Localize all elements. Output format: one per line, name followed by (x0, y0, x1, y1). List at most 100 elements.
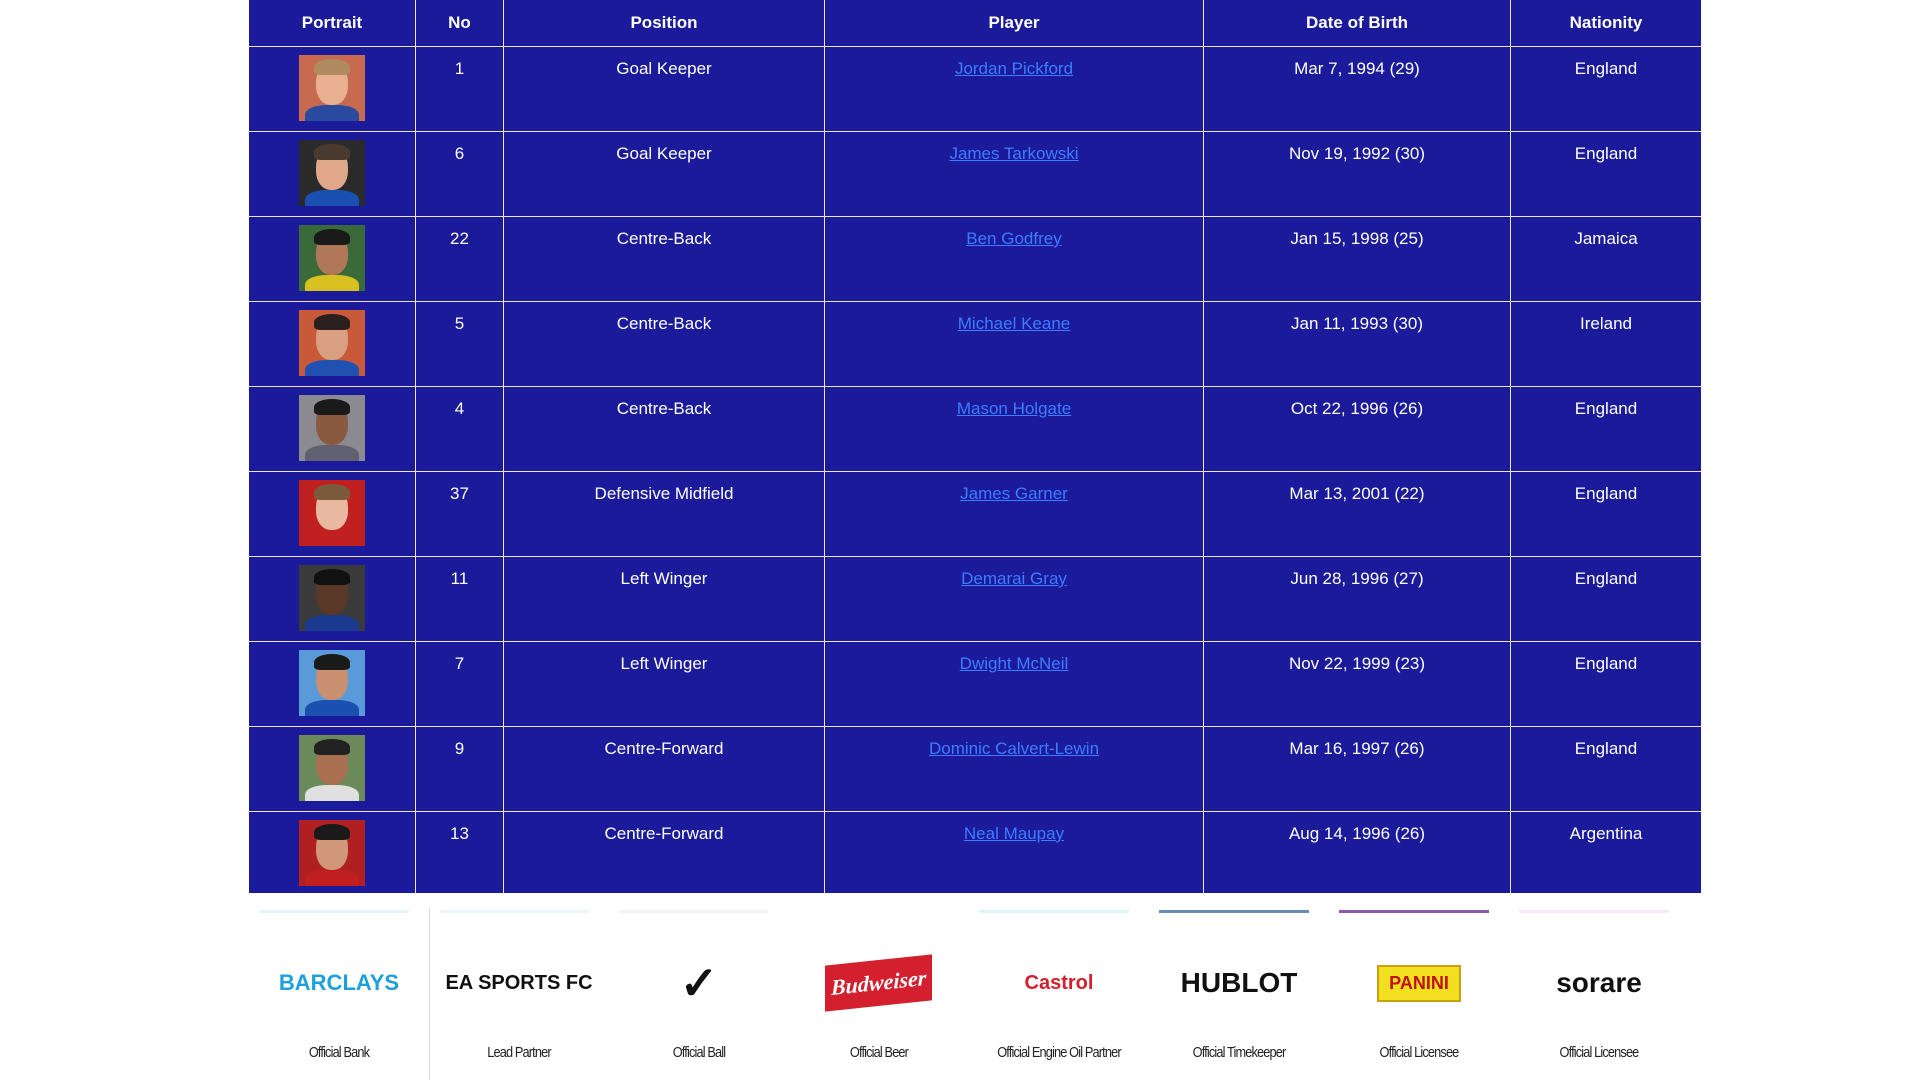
dob-cell: Jan 11, 1993 (30) (1203, 301, 1511, 387)
sponsor-logo: ✓ (679, 957, 719, 1009)
portrait-cell (249, 556, 416, 642)
position-cell: Centre-Back (503, 386, 825, 472)
player-link[interactable]: Neal Maupay (964, 824, 1064, 843)
player-portrait (299, 650, 365, 716)
sponsor-logo: EA SPORTS FC (445, 971, 593, 994)
player-link[interactable]: James Garner (960, 484, 1068, 503)
portrait-cell (249, 131, 416, 217)
player-cell: Jordan Pickford (824, 46, 1204, 132)
sponsor-caption: Official Ball (672, 1044, 726, 1061)
nationality-cell: England (1510, 131, 1701, 217)
column-header: Date of Birth (1203, 0, 1511, 47)
player-link[interactable]: Michael Keane (958, 314, 1070, 333)
position-cell: Goal Keeper (503, 46, 825, 132)
sponsor-item[interactable]: Castrol Official Engine Oil Partner (969, 908, 1149, 1080)
player-link[interactable]: Ben Godfrey (966, 229, 1061, 248)
number-cell: 9 (415, 726, 504, 812)
position-cell: Defensive Midfield (503, 471, 825, 557)
player-link[interactable]: Jordan Pickford (955, 59, 1073, 78)
portrait-cell (249, 471, 416, 557)
sponsor-logo: Budweiser (789, 948, 969, 1018)
dob-cell: Mar 7, 1994 (29) (1203, 46, 1511, 132)
sponsor-strip: BARCLAYS Official Bank EA SPORTS FC Lead… (249, 908, 1689, 1080)
dob-cell: Nov 22, 1999 (23) (1203, 641, 1511, 727)
sponsor-caption: Official Bank (308, 1044, 370, 1061)
nationality-cell: England (1510, 726, 1701, 812)
position-cell: Left Winger (503, 556, 825, 642)
dob-cell: Jan 15, 1998 (25) (1203, 216, 1511, 302)
sponsor-caption: Official Licensee (1559, 1044, 1640, 1061)
dob-cell: Aug 14, 1996 (26) (1203, 811, 1511, 893)
player-portrait (299, 565, 365, 631)
sponsor-caption: Lead Partner (487, 1044, 551, 1061)
table-row: 1 Goal Keeper Jordan Pickford Mar 7, 199… (249, 46, 1701, 132)
player-cell: Neal Maupay (824, 811, 1204, 893)
player-cell: James Tarkowski (824, 131, 1204, 217)
dob-cell: Oct 22, 1996 (26) (1203, 386, 1511, 472)
sponsor-logo: BARCLAYS (278, 970, 400, 995)
position-cell: Centre-Back (503, 216, 825, 302)
nationality-cell: England (1510, 556, 1701, 642)
sponsor-logo: HUBLOT (1180, 967, 1298, 998)
table-row: 37 Defensive Midfield James Garner Mar 1… (249, 471, 1701, 557)
player-link[interactable]: Dwight McNeil (960, 654, 1069, 673)
player-cell: James Garner (824, 471, 1204, 557)
sponsor-item[interactable]: Budweiser Official Beer (789, 908, 969, 1080)
column-header: Player (824, 0, 1204, 47)
table-row: 6 Goal Keeper James Tarkowski Nov 19, 19… (249, 131, 1701, 217)
player-portrait (299, 820, 365, 886)
player-portrait (299, 140, 365, 206)
player-link[interactable]: James Tarkowski (949, 144, 1078, 163)
sponsor-caption: Official Timekeeper (1192, 1044, 1287, 1061)
column-header: No (415, 0, 504, 47)
sponsor-caption: Official Licensee (1379, 1044, 1460, 1061)
table-row: 5 Centre-Back Michael Keane Jan 11, 1993… (249, 301, 1701, 387)
sponsor-item[interactable]: EA SPORTS FC Lead Partner (429, 908, 609, 1080)
number-cell: 13 (415, 811, 504, 893)
sponsor-item[interactable]: sorare Official Licensee (1509, 908, 1689, 1080)
player-portrait (299, 480, 365, 546)
sponsor-item[interactable]: ✓ Official Ball (609, 908, 789, 1080)
sponsor-caption: Official Beer (849, 1044, 909, 1061)
table-row: 13 Centre-Forward Neal Maupay Aug 14, 19… (249, 811, 1701, 893)
number-cell: 7 (415, 641, 504, 727)
player-cell: Michael Keane (824, 301, 1204, 387)
player-link[interactable]: Dominic Calvert-Lewin (929, 739, 1099, 758)
number-cell: 4 (415, 386, 504, 472)
player-link[interactable]: Demarai Gray (961, 569, 1067, 588)
player-portrait (299, 225, 365, 291)
player-cell: Mason Holgate (824, 386, 1204, 472)
player-cell: Dominic Calvert-Lewin (824, 726, 1204, 812)
player-cell: Dwight McNeil (824, 641, 1204, 727)
sponsor-item[interactable]: BARCLAYS Official Bank (249, 908, 429, 1080)
sponsor-logo: Castrol (1024, 971, 1094, 994)
column-header: Portrait (249, 0, 416, 47)
portrait-cell (249, 216, 416, 302)
table-row: 7 Left Winger Dwight McNeil Nov 22, 1999… (249, 641, 1701, 727)
number-cell: 5 (415, 301, 504, 387)
portrait-cell (249, 301, 416, 387)
number-cell: 1 (415, 46, 504, 132)
portrait-cell (249, 386, 416, 472)
sponsor-logo: sorare (1556, 967, 1642, 998)
portrait-cell (249, 641, 416, 727)
dob-cell: Mar 16, 1997 (26) (1203, 726, 1511, 812)
dob-cell: Jun 28, 1996 (27) (1203, 556, 1511, 642)
table-row: 9 Centre-Forward Dominic Calvert-Lewin M… (249, 726, 1701, 812)
position-cell: Centre-Forward (503, 811, 825, 893)
player-portrait (299, 55, 365, 121)
column-header: Position (503, 0, 825, 47)
player-portrait (299, 310, 365, 376)
squad-table: Portrait No Position Player Date of Birth Nat… (249, 0, 1701, 893)
dob-cell: Mar 13, 2001 (22) (1203, 471, 1511, 557)
nationality-cell: England (1510, 386, 1701, 472)
sponsor-item[interactable]: PANINI Official Licensee (1329, 908, 1509, 1080)
player-portrait (299, 395, 365, 461)
number-cell: 22 (415, 216, 504, 302)
sponsor-logo: PANINI (1329, 948, 1509, 1018)
portrait-cell (249, 46, 416, 132)
nationality-cell: Argentina (1510, 811, 1701, 893)
sponsor-item[interactable]: HUBLOT Official Timekeeper (1149, 908, 1329, 1080)
player-link[interactable]: Mason Holgate (957, 399, 1071, 418)
portrait-cell (249, 811, 416, 893)
